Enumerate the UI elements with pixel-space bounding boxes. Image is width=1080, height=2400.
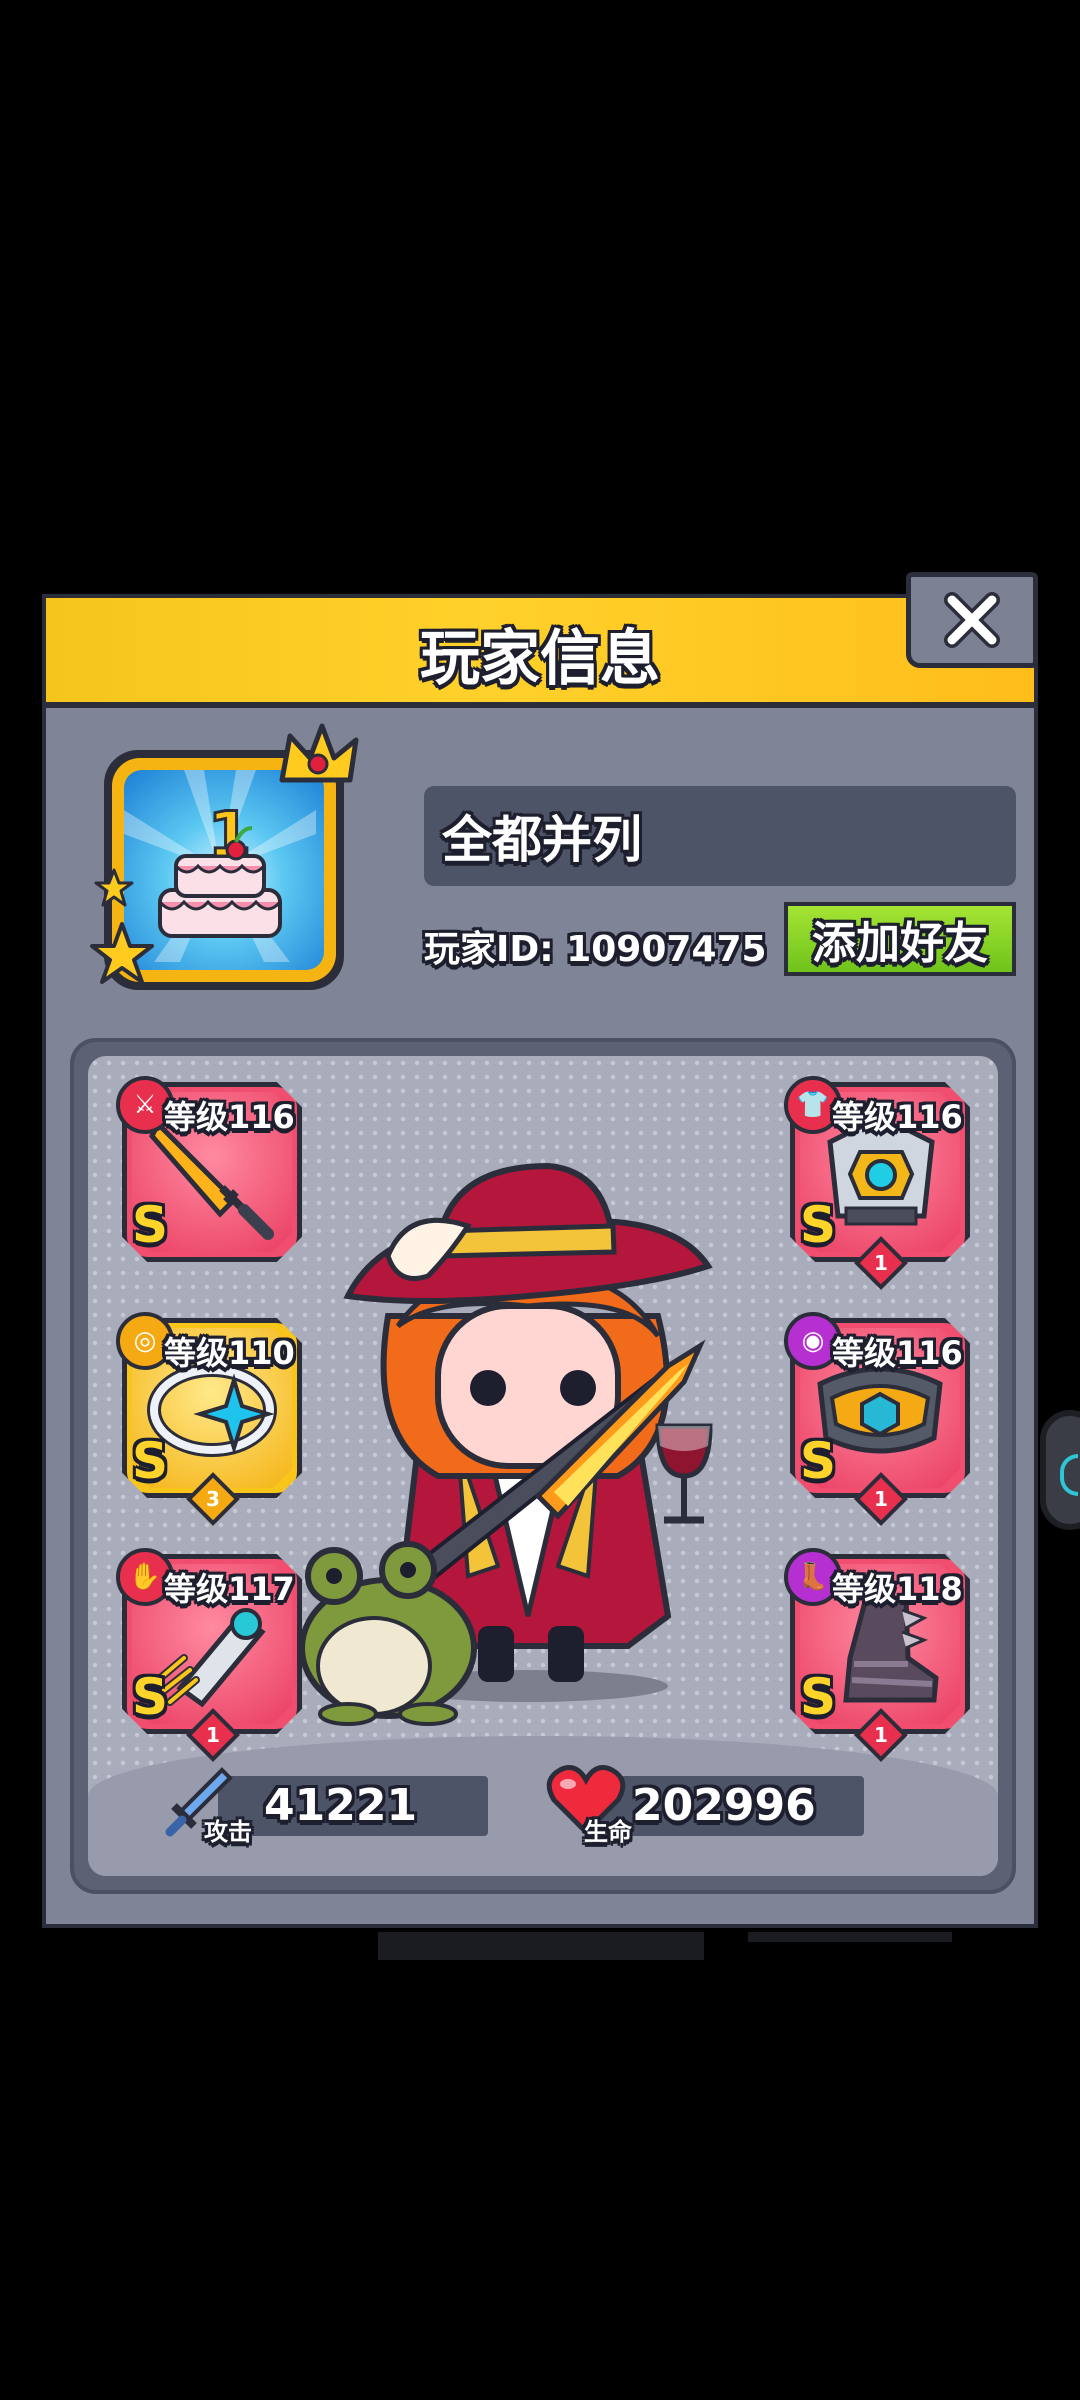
slot-level: 等级116: [832, 1098, 963, 1136]
player-id: 玩家ID: 10907475: [424, 929, 767, 970]
star-icon: [90, 922, 154, 984]
equip-slot-boots[interactable]: 👢 等级118 S 1: [784, 1548, 970, 1762]
equip-slot-belt[interactable]: ◉ 等级116 S 1: [784, 1312, 970, 1526]
hp-value: 202996: [632, 1780, 816, 1831]
side-edge-button[interactable]: [1040, 1410, 1080, 1530]
background-bar-right: [748, 1932, 952, 1942]
equip-slot-ring[interactable]: ◎ 等级110 S 3: [116, 1312, 302, 1526]
small-star-icon: [94, 868, 134, 907]
slot-grade: S: [132, 1196, 169, 1254]
close-button[interactable]: [906, 572, 1038, 668]
slot-level: 等级118: [832, 1570, 963, 1608]
equip-slot-weapon[interactable]: ⚔ 等级116 S: [116, 1076, 302, 1262]
add-friend-button[interactable]: 添加好友: [784, 902, 1016, 976]
background-bar-left: [378, 1932, 704, 1960]
dialog-header: 玩家信息: [46, 598, 1034, 708]
slot-level: 等级117: [164, 1570, 295, 1608]
crown-icon: [279, 723, 359, 783]
attack-label: 攻击: [204, 1818, 252, 1846]
hp-stat-box: 202996: [594, 1776, 864, 1836]
svg-text:1: 1: [208, 798, 251, 871]
player-name: 全都并列: [442, 811, 642, 869]
equip-slot-armor[interactable]: 👕 等级116 S 1: [784, 1076, 970, 1290]
player-info-dialog: 玩家信息 1 全都并列 玩家ID: 10907475 添加好友 ⚔ 等级116 …: [42, 594, 1038, 1928]
slot-grade: S: [800, 1432, 837, 1490]
player-avatar[interactable]: 1: [90, 723, 359, 990]
dialog-title: 玩家信息: [420, 624, 660, 694]
slot-grade: S: [132, 1432, 169, 1490]
frog-pet: [299, 1541, 477, 1726]
attack-value: 41221: [264, 1780, 418, 1831]
slot-grade: S: [800, 1668, 837, 1726]
equip-slot-gloves[interactable]: ✋ 等级117 S 1: [116, 1548, 302, 1762]
slot-grade: S: [800, 1196, 837, 1254]
player-name-box: 全都并列: [424, 786, 1016, 886]
slot-level: 等级116: [832, 1334, 963, 1372]
hp-label: 生命: [584, 1818, 632, 1846]
slot-grade: S: [132, 1668, 169, 1726]
equipment-panel: ⚔ 等级116 S ◎ 等级110 S 3 ✋ 等级117 S 1 👕 等级11…: [70, 1038, 1016, 1894]
close-icon: [944, 592, 1000, 648]
attack-stat-box: 41221: [218, 1776, 488, 1836]
slot-level: 等级110: [164, 1334, 295, 1372]
slot-level: 等级116: [164, 1098, 295, 1136]
